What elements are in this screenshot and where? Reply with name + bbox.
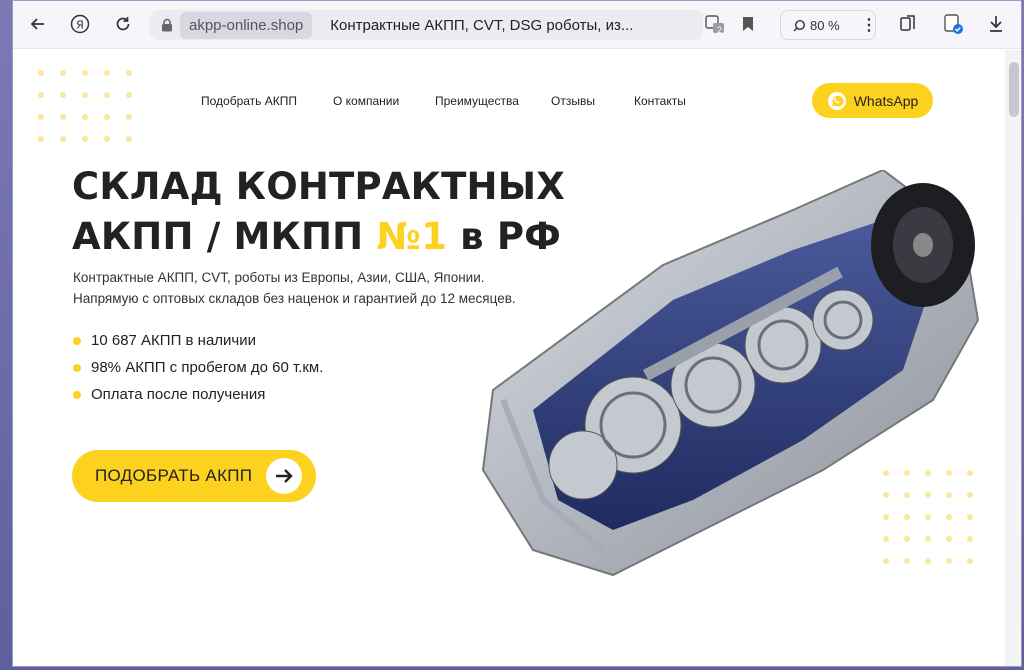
zoom-level: 80 % [810,17,840,33]
nav-link-reviews[interactable]: Отзывы [551,94,595,108]
feature-item: 98% АКПП с пробегом до 60 т.км. [73,359,323,376]
page-scrollbar[interactable] [1005,50,1021,666]
extension-button[interactable] [938,9,968,39]
select-transmission-button[interactable]: ПОДОБРАТЬ АКПП [72,450,316,502]
hero-subtitle: Контрактные АКПП, CVT, роботы из Европы,… [73,267,516,309]
back-button[interactable] [23,9,53,39]
bookmark-icon [743,17,753,31]
svg-text:Я: Я [76,19,84,32]
web-page: Подобрать АКПП О компании Преимущества О… [13,50,1005,666]
scrollbar-thumb[interactable] [1009,62,1019,117]
cta-label: ПОДОБРАТЬ АКПП [95,466,253,485]
zoom-control[interactable]: 80 % ⋮ [780,10,877,40]
feature-item: Оплата после получения [73,386,265,403]
feature-text: 10 687 АКПП в наличии [91,332,256,349]
lock-icon [154,18,180,32]
bullet [73,336,81,345]
downloads-button[interactable] [981,9,1011,39]
browser-window: Я akpp-online.shop Контрактные АКПП, CVT… [12,0,1022,667]
transmission-image [481,170,980,577]
nav-link-about[interactable]: О компании [333,94,399,108]
dot-pattern-top-left [38,70,132,142]
whatsapp-label: WhatsApp [853,92,919,109]
hero-title-part: АКПП / МКПП [72,215,377,258]
bookmark-button[interactable] [733,9,763,39]
whatsapp-button[interactable]: WhatsApp [812,83,933,118]
bullet [73,390,81,399]
feature-text: Оплата после получения [91,386,266,403]
collections-button[interactable] [893,9,923,39]
yandex-logo-icon: Я [70,14,90,34]
reload-icon [116,17,130,31]
bullet [73,363,81,372]
whatsapp-icon [827,91,846,110]
collections-icon [900,15,915,31]
browser-toolbar: Я akpp-online.shop Контрактные АКПП, CVT… [13,1,1021,49]
feature-item: 10 687 АКПП в наличии [73,332,256,349]
extension-check-icon [944,14,963,34]
download-icon [990,16,1002,32]
zoom-search-icon [793,19,806,32]
nav-link-select[interactable]: Подобрать АКПП [201,94,297,108]
more-vertical-icon[interactable]: ⋮ [861,15,877,35]
reload-button[interactable] [108,9,138,39]
translate-badge: 2 [717,25,723,35]
hero-title-accent: №1 [376,215,448,258]
arrow-left-icon [30,18,44,30]
address-bar[interactable]: akpp-online.shop Контрактные АКПП, CVT, … [150,10,703,40]
feature-text: 98% АКПП с пробегом до 60 т.км. [91,359,324,376]
nav-link-advantages[interactable]: Преимущества [435,94,519,108]
address-domain: akpp-online.shop [180,11,313,39]
hero-subtitle-line1: Контрактные АКПП, CVT, роботы из Европы,… [73,270,485,285]
address-page-title: Контрактные АКПП, CVT, DSG роботы, из... [330,16,634,34]
translate-button[interactable]: 2 [700,9,730,39]
yandex-button[interactable]: Я [65,9,95,39]
translate-icon [705,15,724,33]
hero-subtitle-line2: Напрямую с оптовых складов без наценок и… [73,291,516,306]
nav-link-contacts[interactable]: Контакты [634,94,686,108]
arrow-right-icon [266,458,302,494]
